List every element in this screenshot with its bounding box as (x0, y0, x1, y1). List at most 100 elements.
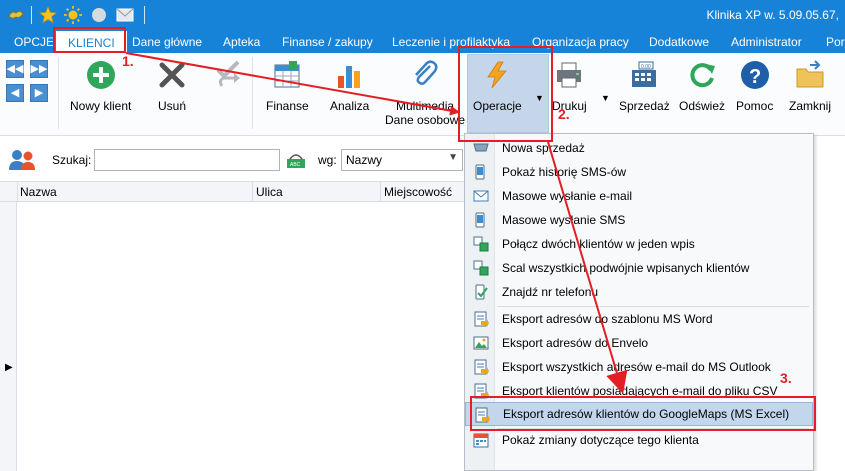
column-header-nazwa[interactable]: Nazwa (20, 185, 57, 199)
undo-button[interactable] (212, 59, 244, 91)
export-document-icon (472, 358, 489, 375)
background-area (812, 172, 845, 471)
column-separator (17, 182, 18, 202)
menu-item-label: Znajdź nr telefonu (502, 285, 599, 299)
pomoc-button[interactable]: ? Pomoc (736, 59, 773, 113)
changes-calendar-icon (472, 431, 489, 448)
cash-register-icon: 0.00 (628, 59, 660, 91)
search-action-icon[interactable]: ABC (286, 150, 306, 170)
tab-apteka[interactable]: Apteka (223, 35, 260, 49)
ribbon-separator (58, 57, 59, 129)
tab-finanse-zakupy[interactable]: Finanse / zakupy (282, 35, 373, 49)
bar-chart-icon (334, 59, 366, 91)
annotation-step2-number: 2. (558, 106, 570, 122)
menu-item-label: Nowa sprzedaż (502, 141, 585, 155)
dane-osobowe-label: Dane osobowe (385, 113, 466, 127)
first-record-icon[interactable]: ◀◀ (6, 60, 24, 78)
menu-item-masowe-email[interactable]: Masowe wysłanie e-mail (465, 184, 813, 208)
merge-icon (472, 259, 489, 276)
search-input[interactable] (94, 149, 280, 171)
title-bar: Klinika XP w. 5.09.05.67, (0, 0, 845, 31)
svg-text:?: ? (749, 66, 761, 88)
titlebar-separator (31, 6, 32, 24)
app-window: Klinika XP w. 5.09.05.67, OPCJE KLIENCI … (0, 0, 845, 471)
tab-dodatkowe[interactable]: Dodatkowe (649, 35, 709, 49)
odswiez-label: Odśwież (679, 99, 726, 113)
prev-record-icon[interactable]: ◀ (6, 84, 24, 102)
pomoc-label: Pomoc (736, 99, 774, 113)
menu-item-masowe-sms[interactable]: Masowe wysłanie SMS (465, 208, 813, 232)
annotation-step1-number: 1. (122, 53, 134, 69)
tab-overflow[interactable]: Por (826, 35, 845, 49)
window-title: Klinika XP w. 5.09.05.67, (706, 8, 839, 22)
row-selector-strip (0, 202, 17, 471)
phone-check-icon (472, 283, 489, 300)
menu-item-eksport-envelo[interactable]: Eksport adresów do Envelo (465, 331, 813, 355)
finanse-button[interactable]: Finanse (266, 59, 309, 113)
tab-opcje[interactable]: OPCJE (14, 35, 54, 49)
menu-item-polacz-klientow[interactable]: Połącz dwóch klientów w jeden wpis (465, 232, 813, 256)
annotation-box-step2 (458, 46, 553, 142)
finanse-label: Finanse (266, 99, 309, 113)
column-header-miejscowosc[interactable]: Miejscowość (384, 185, 452, 199)
menu-item-label: Masowe wysłanie SMS (502, 213, 626, 227)
sprzedaz-label: Sprzedaż (619, 99, 670, 113)
star-icon[interactable] (39, 6, 57, 24)
tab-administrator[interactable]: Administrator (731, 35, 802, 49)
clients-table-header: Nazwa Ulica Miejscowość (0, 181, 465, 202)
sun-icon[interactable] (64, 6, 82, 24)
zamknij-button[interactable]: Zamknij (789, 59, 831, 113)
menu-item-label: Pokaż zmiany dotyczące tego klienta (502, 433, 699, 447)
odswiez-button[interactable]: Odśwież (679, 59, 725, 113)
column-separator (380, 182, 381, 202)
last-record-icon[interactable]: ▶▶ (30, 60, 48, 78)
clients-icon (8, 149, 36, 174)
menu-tab-bar: OPCJE KLIENCI Dane główne Apteka Finanse… (0, 31, 845, 54)
annotation-box-step1 (53, 27, 126, 53)
svg-text:0.00: 0.00 (641, 64, 651, 70)
drukuj-button[interactable]: Drukuj (552, 59, 587, 113)
analiza-button[interactable]: Analiza (330, 59, 369, 113)
tab-dane-glowne[interactable]: Dane główne (132, 35, 202, 49)
menu-item-pokaz-zmiany[interactable]: Pokaż zmiany dotyczące tego klienta (465, 428, 813, 452)
sprzedaz-button[interactable]: 0.00 Sprzedaż (619, 59, 670, 113)
titlebar-separator (144, 6, 145, 24)
usun-button[interactable]: Usuń (156, 59, 188, 113)
menu-item-znajdz-telefon[interactable]: Znajdź nr telefonu (465, 280, 813, 304)
row-pointer-icon: ▶ (5, 362, 13, 373)
search-by-select[interactable]: Nazwy ▼ (341, 149, 463, 171)
help-icon: ? (739, 59, 771, 91)
search-label: Szukaj: (52, 153, 92, 167)
multimedia-button[interactable]: Multimedia Dane osobowe (385, 59, 465, 127)
menu-item-label: Pokaż historię SMS-ów (502, 165, 627, 179)
sms-phone-icon (472, 211, 489, 228)
menu-item-label: Scal wszystkich podwójnie wpisanych klie… (502, 261, 750, 275)
delete-x-icon (156, 59, 188, 91)
usun-label: Usuń (157, 99, 186, 113)
column-separator (252, 182, 253, 202)
multimedia-label: Multimedia (396, 99, 455, 113)
circle-icon[interactable] (90, 6, 108, 24)
menu-item-eksport-outlook[interactable]: Eksport wszystkich adresów e-mail do MS … (465, 355, 813, 379)
merge-icon (472, 235, 489, 252)
drukuj-dropdown-arrow-icon[interactable]: ▼ (601, 93, 610, 103)
image-export-icon (472, 334, 489, 351)
app-icon[interactable] (7, 6, 25, 24)
menu-item-label: Masowe wysłanie e-mail (502, 189, 633, 203)
printer-icon (553, 59, 585, 91)
analiza-label: Analiza (330, 99, 370, 113)
wg-label: wg: (318, 153, 337, 167)
menu-item-label: Eksport wszystkich adresów e-mail do MS … (502, 360, 771, 374)
menu-item-label: Eksport adresów do szablonu MS Word (502, 312, 713, 326)
column-header-ulica[interactable]: Ulica (256, 185, 283, 199)
menu-item-historia-sms[interactable]: Pokaż historię SMS-ów (465, 160, 813, 184)
record-navigation: ◀◀ ▶▶ ◀ ▶ (6, 60, 52, 106)
paperclip-icon (409, 59, 441, 91)
mail-icon[interactable] (116, 6, 134, 24)
email-icon (472, 187, 489, 204)
ribbon-separator (252, 57, 253, 129)
menu-item-eksport-word[interactable]: Eksport adresów do szablonu MS Word (465, 307, 813, 331)
finance-table-icon (271, 59, 303, 91)
next-record-icon[interactable]: ▶ (30, 84, 48, 102)
menu-item-scal-klientow[interactable]: Scal wszystkich podwójnie wpisanych klie… (465, 256, 813, 280)
